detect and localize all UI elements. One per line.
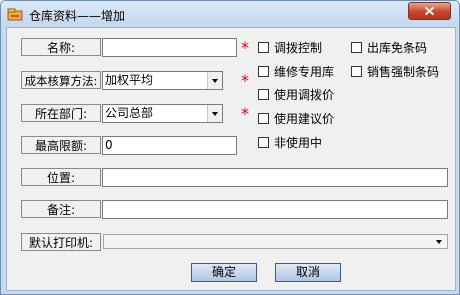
name-input[interactable]	[102, 38, 237, 57]
default-printer-select[interactable]	[103, 234, 448, 249]
cost-method-value: 加权平均	[105, 73, 154, 87]
not-in-use-checkbox[interactable]: 非使用中	[258, 135, 333, 151]
cost-method-select[interactable]: 加权平均	[102, 71, 223, 90]
remark-input[interactable]	[102, 200, 448, 219]
close-button[interactable]	[408, 2, 451, 20]
use-transfer-price-label: 使用调拨价	[274, 88, 335, 102]
repair-only-checkbox[interactable]: 维修专用库	[258, 64, 348, 80]
location-input[interactable]	[102, 168, 448, 187]
ok-button[interactable]: 确定	[191, 263, 257, 282]
max-limit-label: 最高限额:	[21, 136, 101, 154]
checkbox-box[interactable]	[258, 137, 269, 148]
use-suggested-price-label: 使用建议价	[274, 112, 335, 126]
cancel-button[interactable]: 取消	[275, 263, 341, 282]
transfer-control-label: 调拨控制	[274, 41, 323, 55]
sales-force-barcode-checkbox[interactable]: 销售强制条码	[351, 64, 451, 80]
use-suggested-price-checkbox[interactable]: 使用建议价	[258, 111, 348, 127]
default-printer-label: 默认打印机:	[21, 233, 101, 251]
chevron-down-icon[interactable]	[207, 72, 222, 89]
department-value: 公司总部	[105, 106, 154, 120]
checkbox-box[interactable]	[351, 66, 362, 77]
cost-method-required-mark: *	[241, 71, 249, 90]
department-select[interactable]: 公司总部	[102, 104, 223, 123]
use-transfer-price-checkbox[interactable]: 使用调拨价	[258, 87, 348, 103]
not-in-use-label: 非使用中	[274, 136, 323, 150]
window-title: 仓库资料——增加	[29, 9, 126, 23]
checkbox-box[interactable]	[351, 42, 362, 53]
max-limit-input[interactable]: 0	[102, 136, 237, 155]
title-bar[interactable]: 仓库资料——增加	[1, 1, 459, 27]
name-required-mark: *	[241, 38, 249, 57]
dialog-window: 仓库资料——增加 名称: * 成本核算方法: 加权平均 * 所在部门: 公司总部…	[0, 0, 460, 295]
app-icon	[7, 8, 23, 21]
department-required-mark: *	[241, 104, 249, 123]
checkbox-box[interactable]	[258, 89, 269, 100]
remark-label: 备注:	[21, 200, 101, 218]
sales-force-barcode-label: 销售强制条码	[367, 65, 440, 79]
cost-method-label: 成本核算方法:	[21, 71, 101, 89]
checkbox-box[interactable]	[258, 66, 269, 77]
checkbox-box[interactable]	[258, 113, 269, 124]
department-label: 所在部门:	[21, 104, 101, 122]
chevron-down-icon[interactable]	[207, 105, 222, 122]
name-label: 名称:	[21, 38, 101, 56]
location-label: 位置:	[21, 168, 101, 186]
checkbox-box[interactable]	[258, 42, 269, 53]
repair-only-label: 维修专用库	[274, 65, 335, 79]
close-icon	[424, 6, 435, 16]
transfer-control-checkbox[interactable]: 调拨控制	[258, 40, 333, 56]
chevron-down-icon[interactable]	[432, 235, 447, 248]
dialog-body: 名称: * 成本核算方法: 加权平均 * 所在部门: 公司总部 * 最高限额: …	[6, 27, 456, 291]
outbound-no-barcode-checkbox[interactable]: 出库免条码	[351, 40, 441, 56]
outbound-no-barcode-label: 出库免条码	[367, 41, 428, 55]
